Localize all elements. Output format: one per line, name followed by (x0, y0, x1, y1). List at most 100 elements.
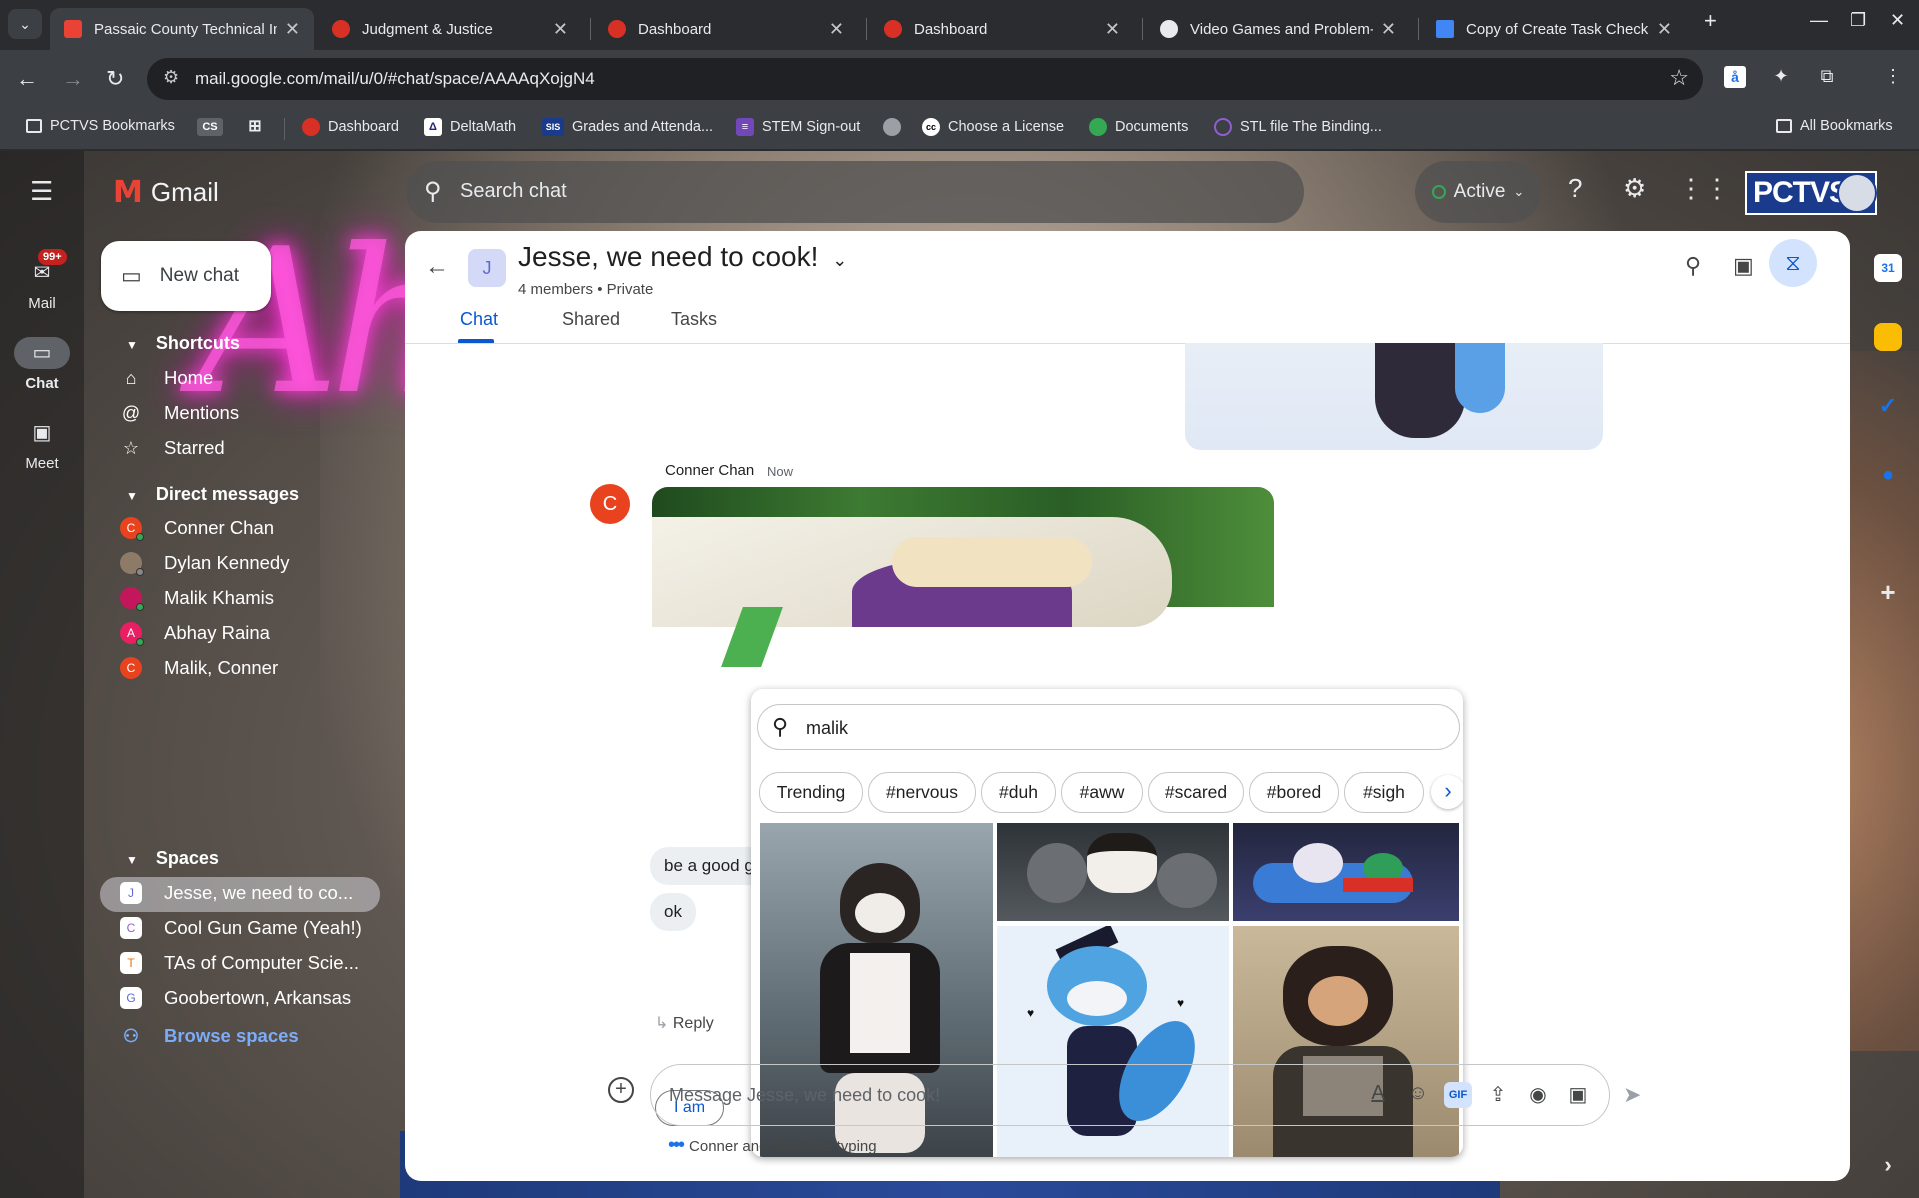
gif-category-chip[interactable]: #sigh (1344, 772, 1424, 813)
tab-close-icon[interactable]: ✕ (1105, 19, 1120, 40)
gif-result[interactable] (997, 823, 1229, 921)
browser-tab[interactable]: Passaic County Technical Ins ✕ (50, 8, 314, 50)
restore-icon[interactable]: ❐ (1850, 10, 1866, 31)
shortcut-home[interactable]: ⌂ Home (120, 367, 214, 389)
gif-category-chip[interactable]: #duh (981, 772, 1056, 813)
forward-icon[interactable]: → (62, 66, 84, 92)
bookmark-stem-signout[interactable]: ≡ STEM Sign-out (736, 118, 860, 136)
bookmark-dashboard[interactable]: Dashboard (302, 118, 399, 136)
add-addon-icon[interactable]: + (1874, 578, 1902, 606)
dm-item[interactable]: Dylan Kennedy (120, 552, 289, 576)
extension-icon[interactable]: å (1724, 66, 1746, 88)
record-icon[interactable]: ◉ (1524, 1082, 1552, 1107)
new-tab-button[interactable]: + (1704, 8, 1717, 34)
rail-chat[interactable]: ▭ Chat (0, 337, 84, 392)
space-title-dropdown[interactable]: Jesse, we need to cook! ⌄ (518, 241, 847, 273)
dm-item[interactable]: C Malik, Conner (120, 657, 278, 679)
gmail-logo[interactable]: M Gmail (113, 175, 219, 210)
member-count[interactable]: 4 members (518, 281, 593, 298)
send-icon[interactable]: ➤ (1623, 1082, 1641, 1108)
video-meeting-icon[interactable]: ▣ (1564, 1082, 1592, 1107)
browser-tab[interactable]: Dashboard ✕ (594, 8, 858, 50)
shortcut-mentions[interactable]: @ Mentions (120, 402, 239, 424)
contacts-icon[interactable]: ● (1874, 461, 1902, 489)
dm-item[interactable]: C Conner Chan (120, 517, 274, 541)
org-account-logo[interactable]: PCTVS (1745, 171, 1877, 215)
browser-tab[interactable]: Dashboard ✕ (870, 8, 1134, 50)
spaces-section-header[interactable]: ▼ Spaces (126, 848, 219, 869)
google-apps-icon[interactable]: ⋮⋮ (1678, 173, 1730, 204)
window-close-icon[interactable]: ✕ (1890, 10, 1905, 31)
shortcuts-section-header[interactable]: ▼ Shortcuts (126, 333, 240, 354)
extension-pin-icon[interactable]: ✦ (1770, 66, 1792, 88)
tab-close-icon[interactable]: ✕ (829, 19, 844, 40)
gif-category-chip[interactable]: #aww (1061, 772, 1143, 813)
search-in-space-icon[interactable]: ⚲ (1685, 253, 1701, 279)
space-item[interactable]: J Jesse, we need to co... (120, 882, 353, 904)
message-composer[interactable]: Message Jesse, we need to cook! A ☺ GIF … (650, 1064, 1610, 1126)
bookmark-cs[interactable]: CS (197, 118, 231, 136)
settings-gear-icon[interactable]: ⚙ (1623, 173, 1646, 204)
space-item[interactable]: T TAs of Computer Scie... (120, 952, 359, 974)
tasks-icon[interactable]: ✓ (1874, 392, 1902, 420)
back-arrow-icon[interactable]: ← (425, 253, 449, 281)
gif-category-chip[interactable]: #scared (1148, 772, 1244, 813)
bookmark-grades[interactable]: SIS Grades and Attenda... (542, 118, 713, 136)
tab-tasks[interactable]: Tasks (671, 309, 717, 330)
gif-category-chip[interactable]: #nervous (868, 772, 976, 813)
chevron-right-icon[interactable]: › (1431, 775, 1463, 809)
tab-shared[interactable]: Shared (562, 309, 620, 330)
tab-close-icon[interactable]: ✕ (1381, 19, 1396, 40)
bookmark-documents[interactable]: Documents (1089, 118, 1188, 136)
tab-search-menu-button[interactable]: ⌄ (8, 9, 42, 39)
all-bookmarks[interactable]: All Bookmarks (1776, 118, 1893, 134)
gif-category-chip[interactable]: #bored (1249, 772, 1339, 813)
main-menu-icon[interactable]: ☰ (30, 176, 53, 207)
add-attachment-icon[interactable]: + (608, 1077, 634, 1103)
bookmark-globe[interactable] (883, 118, 909, 136)
browser-tab[interactable]: Judgment & Justice ✕ (318, 8, 582, 50)
back-icon[interactable]: ← (16, 66, 38, 92)
bookmark-apps[interactable]: ⊞ (246, 118, 272, 136)
keep-icon[interactable] (1874, 323, 1902, 351)
browser-tab[interactable]: Video Games and Problem-S ✕ (1146, 8, 1410, 50)
picture-in-picture-icon[interactable]: ▣ (1733, 253, 1754, 279)
site-info-icon[interactable]: ⚙ (163, 67, 179, 88)
text-format-icon[interactable]: A (1364, 1082, 1392, 1105)
message-bubble[interactable]: ok (650, 893, 696, 931)
tab-close-icon[interactable]: ✕ (1657, 19, 1672, 40)
calendar-icon[interactable]: 31 (1874, 254, 1902, 282)
tab-close-icon[interactable]: ✕ (553, 19, 568, 40)
sender-avatar[interactable]: C (590, 484, 630, 524)
new-chat-button[interactable]: ▭ New chat (101, 241, 271, 311)
shortcut-starred[interactable]: ☆ Starred (120, 437, 225, 459)
expand-panel-icon[interactable]: › (1874, 1151, 1902, 1179)
rail-meet[interactable]: ▣ Meet (0, 417, 84, 472)
browser-menu-icon[interactable]: ⋮ (1882, 66, 1904, 88)
bookmark-star-icon[interactable]: ☆ (1669, 65, 1689, 91)
address-bar[interactable]: ⚙ mail.google.com/mail/u/0/#chat/space/A… (147, 58, 1703, 100)
reply-button[interactable]: ↳ Reply (655, 1013, 714, 1033)
browse-spaces-link[interactable]: ⚇ Browse spaces (120, 1025, 299, 1047)
tab-chat[interactable]: Chat (460, 309, 498, 330)
direct-messages-section-header[interactable]: ▼ Direct messages (126, 484, 299, 505)
bookmark-folder[interactable]: PCTVS Bookmarks (26, 118, 175, 134)
space-item[interactable]: G Goobertown, Arkansas (120, 987, 351, 1009)
gif-category-chip[interactable]: Trending (759, 772, 863, 813)
reload-icon[interactable]: ↻ (106, 66, 124, 92)
tab-close-icon[interactable]: ✕ (285, 19, 300, 40)
account-avatar[interactable] (1837, 173, 1877, 213)
rail-mail[interactable]: ✉ 99+ Mail (0, 249, 84, 312)
bookmark-choose-license[interactable]: cc Choose a License (922, 118, 1064, 136)
help-icon[interactable]: ? (1568, 173, 1582, 204)
gif-search-input[interactable]: ⚲ malik (757, 704, 1460, 750)
previous-message-image[interactable] (1185, 343, 1603, 450)
extensions-puzzle-icon[interactable]: ⧉ (1816, 66, 1838, 88)
bookmark-deltamath[interactable]: Δ DeltaMath (424, 118, 516, 136)
gif-icon[interactable]: GIF (1444, 1082, 1472, 1108)
browser-tab[interactable]: Copy of Create Task Checkli ✕ (1422, 8, 1686, 50)
space-details-icon[interactable]: ⧖ (1769, 239, 1817, 287)
minimize-icon[interactable]: — (1810, 10, 1828, 31)
search-chat-input[interactable]: ⚲ Search chat (406, 161, 1304, 223)
status-dropdown[interactable]: Active ⌄ (1415, 161, 1541, 223)
